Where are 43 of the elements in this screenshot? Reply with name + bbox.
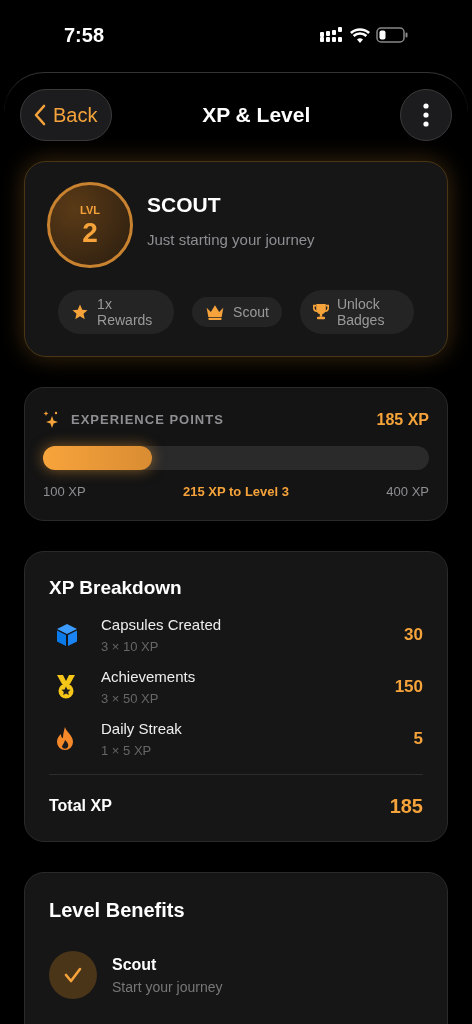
breakdown-detail: 3 × 50 XP <box>101 689 160 708</box>
benefit-name: Scout <box>112 954 158 975</box>
more-button[interactable] <box>400 89 452 141</box>
breakdown-label: Achievements <box>101 667 197 687</box>
section-label: EXPERIENCE POINTS <box>71 411 224 430</box>
flame-icon <box>55 726 75 752</box>
wifi-icon <box>350 27 370 43</box>
breakdown-detail: 3 × 10 XP <box>101 637 160 656</box>
page-title: XP & Level <box>202 102 311 129</box>
star-icon <box>71 303 90 321</box>
benefit-description: Start your journey <box>112 977 223 997</box>
perk-label: Unlock Badges <box>336 296 386 328</box>
chevron-left-icon <box>33 104 47 126</box>
perk-label: Scout <box>233 304 269 320</box>
card-title: XP Breakdown <box>49 575 183 600</box>
xp-value: 185 XP <box>376 410 429 430</box>
back-button[interactable]: Back <box>20 89 113 141</box>
breakdown-label: Daily Streak <box>101 719 183 739</box>
checkmark-icon <box>64 967 82 983</box>
total-label: Total XP <box>49 796 112 816</box>
medal-icon <box>55 674 77 700</box>
more-icon <box>423 103 429 127</box>
cube-icon <box>55 623 79 647</box>
rank-title: SCOUT <box>147 192 222 218</box>
breakdown-label: Capsules Created <box>101 615 223 635</box>
perk-label: 1x Rewards <box>97 296 154 328</box>
breakdown-value: 30 <box>404 624 423 647</box>
signal-icon <box>320 27 344 43</box>
battery-icon <box>376 27 408 43</box>
max-xp: 400 XP <box>386 483 429 501</box>
total-value: 185 <box>389 794 423 819</box>
trophy-icon <box>312 303 329 321</box>
card-title: Level Benefits <box>49 898 186 923</box>
breakdown-value: 5 <box>413 728 423 751</box>
min-xp: 100 XP <box>43 483 86 501</box>
level-number: 2 <box>82 218 98 249</box>
rank-subtitle: Just starting your journey <box>147 229 315 250</box>
status-time: 7:58 <box>64 23 105 48</box>
level-badge-label: LVL <box>80 202 100 218</box>
breakdown-detail: 1 × 5 XP <box>101 741 153 760</box>
crown-icon <box>205 303 226 321</box>
xp-to-next-level: 215 XP to Level 3 <box>183 483 289 501</box>
breakdown-value: 150 <box>394 676 423 699</box>
